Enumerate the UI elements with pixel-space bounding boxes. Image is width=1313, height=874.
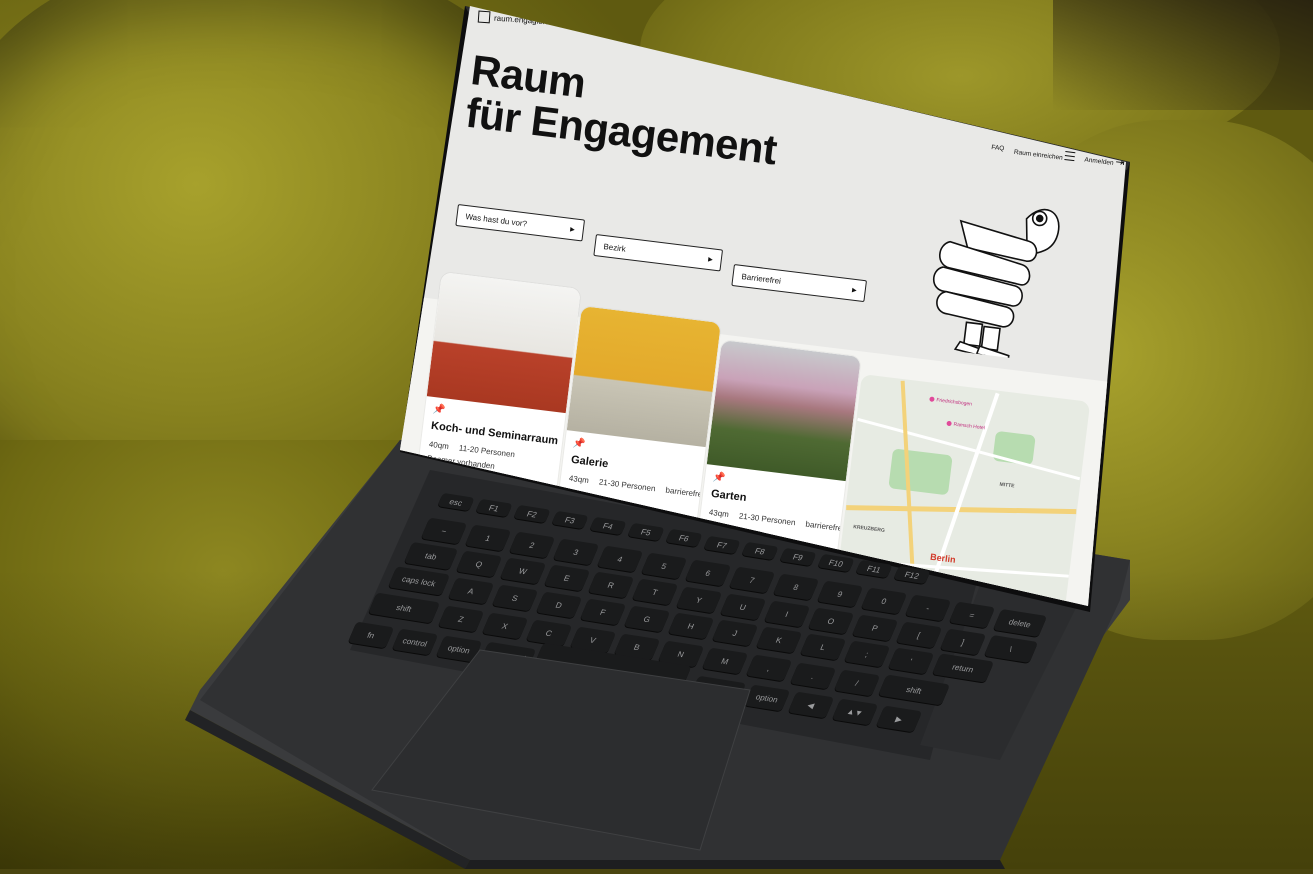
- logo-frame-icon: [477, 10, 491, 24]
- room-size: 40qm: [428, 439, 450, 452]
- room-feature: barrierefrei: [665, 485, 705, 500]
- map-poi[interactable]: Ramsch Hotel: [946, 420, 986, 432]
- poi-marker-icon: [929, 396, 935, 403]
- map-road: [846, 505, 1077, 515]
- room-title: Garten: [710, 487, 748, 505]
- poi-marker-icon: [946, 420, 952, 427]
- play-arrow-icon: ▶: [569, 226, 576, 233]
- play-arrow-icon: ▶: [851, 287, 858, 294]
- menu-icon: [1064, 151, 1076, 162]
- room-capacity: 21-30 Personen: [738, 511, 797, 528]
- district-filter-label: Bezirk: [603, 241, 627, 254]
- district-filter[interactable]: Bezirk ▶: [593, 234, 724, 272]
- accessible-filter-label: Barrierefrei: [741, 271, 782, 286]
- map-poi[interactable]: Friedrichsbogen: [929, 396, 973, 408]
- map-city-label: Berlin: [929, 551, 957, 565]
- room-size: 43qm: [708, 507, 730, 520]
- thumbs-up-mascot: [932, 208, 1060, 363]
- activity-filter[interactable]: Was hast du vor? ▶: [455, 204, 586, 242]
- room-capacity: 11-20 Personen: [458, 443, 516, 460]
- room-feature: barrierefrei: [805, 519, 845, 534]
- play-arrow-icon: ▶: [707, 256, 714, 263]
- map-district-label: MITTE: [999, 481, 1015, 490]
- room-capacity: 21-30 Personen: [598, 477, 657, 494]
- pin-icon[interactable]: 📌: [433, 404, 447, 416]
- room-photo: [706, 340, 861, 482]
- map-poi-label: Friedrichsbogen: [935, 397, 973, 408]
- pin-icon[interactable]: 📌: [573, 438, 587, 450]
- pin-icon[interactable]: 📌: [713, 472, 727, 484]
- nav-faq-link[interactable]: FAQ: [991, 144, 1005, 153]
- nav-submit-room-label: Raum einreichen: [1013, 148, 1064, 162]
- room-size: 43qm: [568, 473, 590, 486]
- room-title: Galerie: [570, 453, 609, 471]
- map-poi-label: Ramsch Hotel: [953, 421, 986, 432]
- accessible-filter[interactable]: Barrierefrei ▶: [731, 264, 868, 303]
- room-photo: [566, 306, 721, 448]
- room-photo: [426, 272, 581, 414]
- map-park: [888, 448, 953, 496]
- map-district-label: KREUZBERG: [852, 524, 886, 534]
- activity-filter-label: Was hast du vor?: [465, 211, 528, 229]
